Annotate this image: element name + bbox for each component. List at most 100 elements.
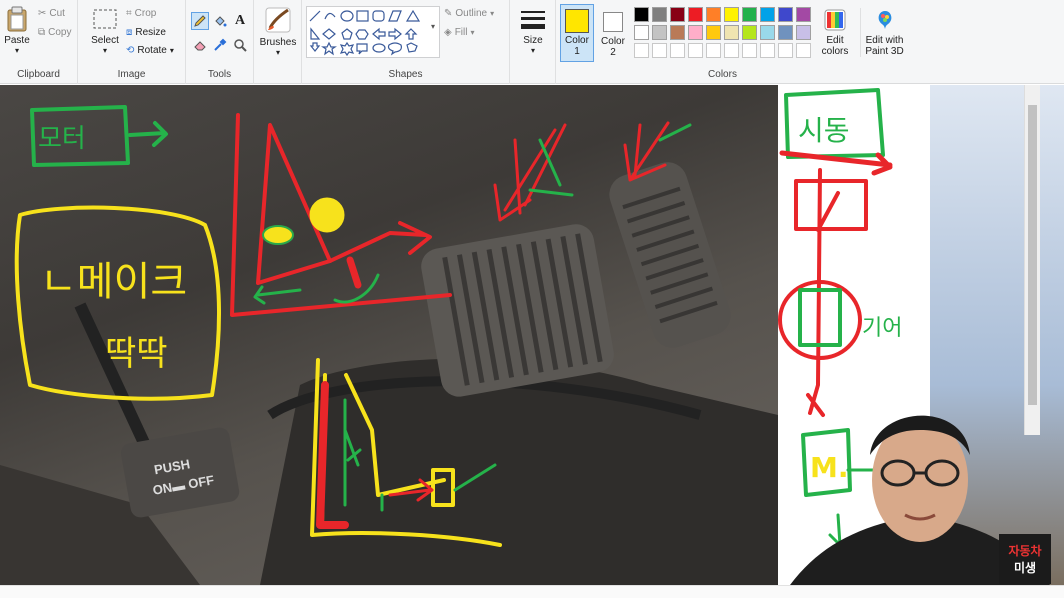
rotate-label: Rotate <box>137 45 167 56</box>
brushes-group: Brushes ▾ <box>254 0 302 84</box>
palette-swatch[interactable] <box>706 25 721 40</box>
palette-swatch[interactable] <box>796 7 811 22</box>
shapes-gallery[interactable] <box>306 6 440 58</box>
cut-label: Cut <box>49 8 65 19</box>
resize-icon: ⧈ <box>126 27 133 38</box>
pencil-icon <box>194 15 206 27</box>
rotate-button[interactable]: ⟲ Rotate ▾ <box>126 45 174 56</box>
select-button[interactable]: Select ▾ <box>88 8 122 55</box>
side-mid-text: 기어 <box>862 316 902 341</box>
channel-logo: 자동차 미생 <box>999 534 1051 584</box>
image-group-label: Image <box>117 69 146 80</box>
palette-swatch[interactable] <box>688 7 703 22</box>
custom-color-slot[interactable] <box>742 43 757 58</box>
palette-swatch[interactable] <box>796 25 811 40</box>
color2-number: 2 <box>610 47 616 58</box>
paint3d-label-line1: Edit with <box>865 35 904 46</box>
edit-colors-label-line2: colors <box>821 46 849 57</box>
outline-label: Outline <box>455 8 488 19</box>
shapes-group-label: Shapes <box>388 69 423 80</box>
ribbon-toolbar: Paste ▾ ✂ Cut ⧉ Copy Clipboard Select ▾ ⌗ C… <box>0 0 1064 84</box>
fill-tool[interactable] <box>211 12 229 30</box>
crop-icon: ⌗ <box>126 8 132 19</box>
rotate-icon: ⟲ <box>126 45 135 56</box>
palette-swatch[interactable] <box>634 25 649 40</box>
color-wheel-icon <box>824 9 846 31</box>
palette-swatch[interactable] <box>742 25 757 40</box>
pedal-photo[interactable]: PUSH ON▬ OFF 모터 ㄴ메이크 딱딱 <box>0 85 778 585</box>
logo-line1: 자동차 <box>1008 544 1042 558</box>
copy-icon: ⧉ <box>38 27 46 38</box>
shapes-scroll-arrow[interactable]: ▾ <box>431 22 435 31</box>
custom-color-slot[interactable] <box>634 43 649 58</box>
palette-swatch[interactable] <box>652 7 667 22</box>
clipboard-group: Paste ▾ ✂ Cut ⧉ Copy Clipboard <box>0 0 78 84</box>
scrollbar-thumb[interactable] <box>1028 105 1037 405</box>
status-bar <box>0 585 1064 598</box>
brushes-label: Brushes <box>259 37 297 48</box>
vertical-scrollbar[interactable] <box>1024 85 1040 435</box>
brushes-button[interactable]: Brushes ▾ <box>258 6 298 57</box>
custom-color-slot[interactable] <box>724 43 739 58</box>
palette-swatch[interactable] <box>634 7 649 22</box>
custom-color-slot[interactable] <box>760 43 775 58</box>
color2-button[interactable]: Color 2 <box>597 4 629 62</box>
fill-bucket-icon <box>215 16 227 27</box>
cut-button[interactable]: ✂ Cut <box>38 8 65 19</box>
palette-swatch[interactable] <box>670 25 685 40</box>
canvas-area[interactable]: PUSH ON▬ OFF 모터 ㄴ메이크 딱딱 시동 기어 M. 자동차 미생 <box>0 85 1064 585</box>
side-top-text: 시동 <box>798 114 850 147</box>
text-a-icon: A <box>234 13 246 28</box>
outline-button[interactable]: ✎ Outline ▾ <box>444 8 494 19</box>
edit-colors-button[interactable]: Edit colors <box>815 8 855 57</box>
palette-swatch[interactable] <box>652 25 667 40</box>
palette-swatch[interactable] <box>724 7 739 22</box>
scissors-icon: ✂ <box>38 8 47 19</box>
color2-label: Color <box>601 36 625 47</box>
resize-button[interactable]: ⧈ Resize <box>126 27 166 38</box>
custom-color-slot[interactable] <box>652 43 667 58</box>
custom-color-slot[interactable] <box>706 43 721 58</box>
text-tool[interactable]: A <box>231 12 249 30</box>
color1-number: 1 <box>574 46 580 57</box>
custom-color-slot[interactable] <box>778 43 793 58</box>
tools-group-label: Tools <box>207 69 232 80</box>
palette-swatch[interactable] <box>724 25 739 40</box>
palette-swatch[interactable] <box>688 25 703 40</box>
edit-with-paint3d-button[interactable]: Edit with Paint 3D <box>860 8 908 57</box>
tools-group: A Tools <box>186 0 254 84</box>
palette-swatch[interactable] <box>760 25 775 40</box>
color1-button[interactable]: Color 1 <box>560 4 594 62</box>
paste-label: Paste <box>4 35 30 46</box>
size-label: Size <box>523 35 543 46</box>
palette-swatch[interactable] <box>778 7 793 22</box>
palette-swatch[interactable] <box>706 7 721 22</box>
palette-swatch[interactable] <box>778 25 793 40</box>
korean-motor-text: 모터 <box>38 124 86 154</box>
colors-group: Colors <box>630 0 815 84</box>
color-picker-tool[interactable] <box>211 36 229 54</box>
palette-swatch[interactable] <box>670 7 685 22</box>
shapes-icons <box>309 9 421 57</box>
crop-button[interactable]: ⌗ Crop <box>126 8 156 19</box>
eyedropper-icon <box>214 38 227 51</box>
custom-color-slot[interactable] <box>796 43 811 58</box>
palette-swatch[interactable] <box>760 7 775 22</box>
yellow-pivot-circle <box>309 197 345 233</box>
pencil-tool[interactable] <box>191 12 209 30</box>
copy-button[interactable]: ⧉ Copy <box>38 27 72 38</box>
shapes-group: ▾ ✎ Outline ▾ ◈ Fill ▾ Shapes <box>302 0 510 84</box>
palette-swatch[interactable] <box>742 7 757 22</box>
fill-icon: ◈ <box>444 27 452 38</box>
eraser-tool[interactable] <box>191 36 209 54</box>
paint3d-label-line2: Paint 3D <box>865 46 904 57</box>
brake-pedal <box>421 224 614 397</box>
custom-color-slot[interactable] <box>688 43 703 58</box>
size-button[interactable]: Size ▾ <box>514 8 552 55</box>
magnifier-tool[interactable] <box>231 36 249 54</box>
korean-ttak-text: 딱딱 <box>105 334 168 374</box>
paste-button[interactable]: Paste ▾ <box>2 6 32 55</box>
custom-color-slot[interactable] <box>670 43 685 58</box>
fill-button[interactable]: ◈ Fill ▾ <box>444 27 475 38</box>
line-size-icon <box>521 11 545 29</box>
